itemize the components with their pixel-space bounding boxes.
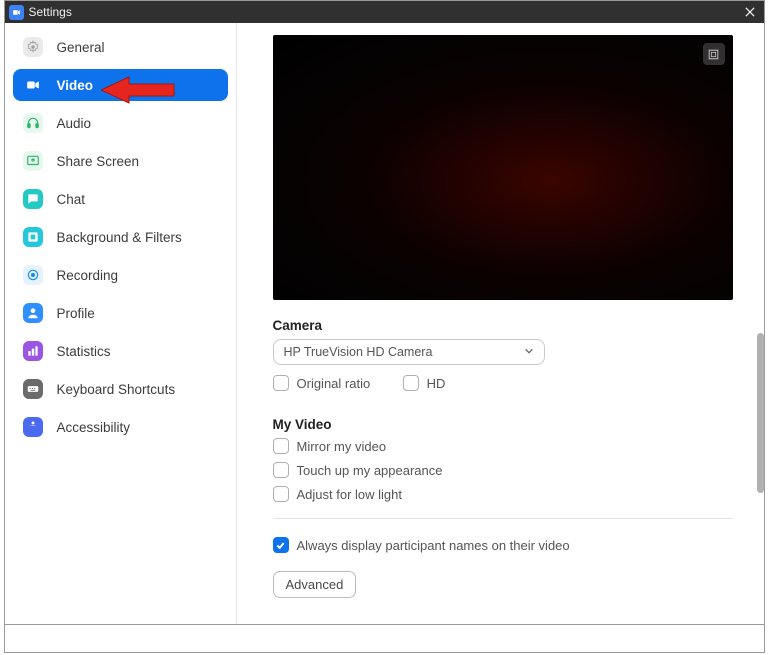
app-icon <box>9 5 24 20</box>
sidebar-item-audio[interactable]: Audio <box>13 107 228 139</box>
close-button[interactable] <box>736 1 764 23</box>
hd-row: HD <box>403 375 446 391</box>
sidebar-item-background-filters[interactable]: Background & Filters <box>13 221 228 253</box>
sidebar-item-label: Accessibility <box>57 420 131 435</box>
my-video-label: My Video <box>273 417 748 432</box>
sidebar-item-share-screen[interactable]: Share Screen <box>13 145 228 177</box>
gear-icon <box>23 37 43 57</box>
video-icon <box>23 75 43 95</box>
sidebar-item-label: Profile <box>57 306 95 321</box>
sidebar-item-keyboard-shortcuts[interactable]: Keyboard Shortcuts <box>13 373 228 405</box>
content-pane: Camera HP TrueVision HD Camera Original … <box>237 23 764 624</box>
original-ratio-row: Original ratio <box>273 375 371 391</box>
sidebar-item-label: Video <box>57 78 94 93</box>
sidebar-item-label: Statistics <box>57 344 111 359</box>
sidebar-item-general[interactable]: General <box>13 31 228 63</box>
accessibility-icon <box>23 417 43 437</box>
chevron-down-icon <box>524 345 534 359</box>
sidebar-item-label: Keyboard Shortcuts <box>57 382 176 397</box>
video-preview <box>273 35 733 300</box>
lowlight-label: Adjust for low light <box>297 487 403 502</box>
sidebar-item-label: Audio <box>57 116 92 131</box>
record-icon <box>23 265 43 285</box>
hd-checkbox[interactable] <box>403 375 419 391</box>
sidebar-item-chat[interactable]: Chat <box>13 183 228 215</box>
original-ratio-label: Original ratio <box>297 376 371 391</box>
touchup-checkbox[interactable] <box>273 462 289 478</box>
mirror-row: Mirror my video <box>273 438 748 454</box>
always-names-row: Always display participant names on thei… <box>273 537 748 553</box>
profile-icon <box>23 303 43 323</box>
advanced-button[interactable]: Advanced <box>273 571 357 598</box>
touchup-label: Touch up my appearance <box>297 463 443 478</box>
sidebar-item-video[interactable]: Video <box>13 69 228 101</box>
background-icon <box>23 227 43 247</box>
settings-window: Settings General Video <box>4 0 765 625</box>
window-title: Settings <box>29 5 736 19</box>
sidebar-item-label: Background & Filters <box>57 230 182 245</box>
my-video-section: My Video Mirror my video Touch up my app… <box>273 417 748 502</box>
touchup-row: Touch up my appearance <box>273 462 748 478</box>
sidebar-item-label: Chat <box>57 192 86 207</box>
titlebar: Settings <box>5 1 764 23</box>
camera-label: Camera <box>273 318 748 333</box>
headphones-icon <box>23 113 43 133</box>
lowlight-checkbox[interactable] <box>273 486 289 502</box>
sidebar-item-label: Recording <box>57 268 119 283</box>
rotate-camera-button[interactable] <box>703 43 725 65</box>
lowlight-row: Adjust for low light <box>273 486 748 502</box>
camera-dropdown[interactable]: HP TrueVision HD Camera <box>273 339 545 365</box>
statistics-icon <box>23 341 43 361</box>
sidebar-item-recording[interactable]: Recording <box>13 259 228 291</box>
sidebar-item-label: Share Screen <box>57 154 140 169</box>
divider <box>273 518 733 519</box>
scrollbar-thumb[interactable] <box>757 333 764 493</box>
mirror-label: Mirror my video <box>297 439 387 454</box>
always-names-checkbox[interactable] <box>273 537 289 553</box>
mirror-checkbox[interactable] <box>273 438 289 454</box>
sidebar: General Video Audio Share Screen <box>5 23 237 624</box>
outer-frame-bottom <box>4 625 765 653</box>
chat-icon <box>23 189 43 209</box>
camera-section: Camera HP TrueVision HD Camera Original … <box>273 318 748 399</box>
original-ratio-checkbox[interactable] <box>273 375 289 391</box>
keyboard-icon <box>23 379 43 399</box>
camera-selected: HP TrueVision HD Camera <box>284 345 433 359</box>
sidebar-item-statistics[interactable]: Statistics <box>13 335 228 367</box>
hd-label: HD <box>427 376 446 391</box>
sidebar-item-accessibility[interactable]: Accessibility <box>13 411 228 443</box>
always-names-label: Always display participant names on thei… <box>297 538 570 553</box>
share-screen-icon <box>23 151 43 171</box>
sidebar-item-profile[interactable]: Profile <box>13 297 228 329</box>
sidebar-item-label: General <box>57 40 105 55</box>
